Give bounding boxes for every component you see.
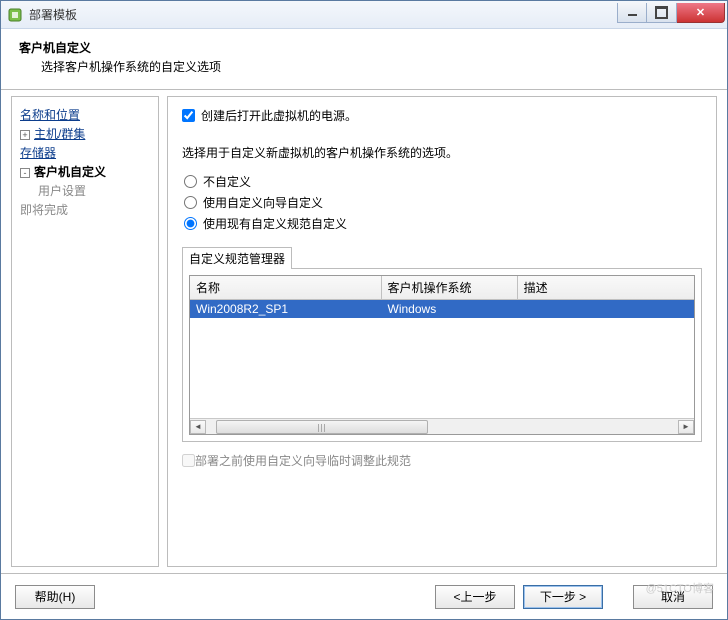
radio-no-customize[interactable]: 不自定义 [184, 173, 702, 190]
titlebar[interactable]: 部署模板 [1, 1, 727, 29]
step-user-settings: 用户设置 [20, 181, 150, 200]
page-title: 客户机自定义 [19, 39, 711, 56]
spec-section: 自定义规范管理器 名称 客户机操作系统 描述 Win2008R2_SP1 Win… [182, 246, 702, 442]
step-storage[interactable]: 存储器 [20, 143, 150, 162]
step-name-location[interactable]: 名称和位置 [20, 105, 150, 124]
power-on-checkbox[interactable] [182, 109, 195, 122]
cell-desc [518, 300, 694, 318]
radio-input-wizard[interactable] [184, 196, 197, 209]
spec-table: 名称 客户机操作系统 描述 Win2008R2_SP1 Windows [189, 275, 695, 435]
wizard-window: 部署模板 客户机自定义 选择客户机操作系统的自定义选项 名称和位置 + 主机/群集… [0, 0, 728, 620]
step-link[interactable]: 存储器 [20, 146, 56, 160]
scroll-thumb[interactable] [216, 420, 428, 434]
window-title: 部署模板 [29, 6, 617, 23]
spec-manager-box: 名称 客户机操作系统 描述 Win2008R2_SP1 Windows [182, 268, 702, 442]
wizard-steps-sidebar: 名称和位置 + 主机/群集 存储器 -客户机自定义 用户设置 即将完成 [11, 96, 159, 567]
cell-name: Win2008R2_SP1 [190, 300, 382, 318]
adjust-spec-checkbox [182, 454, 195, 467]
minimize-button[interactable] [617, 3, 647, 23]
close-button[interactable] [677, 3, 725, 23]
step-host-cluster[interactable]: + 主机/群集 [20, 124, 150, 143]
app-icon [7, 7, 23, 23]
radio-label: 使用自定义向导自定义 [203, 194, 323, 211]
radio-label: 不自定义 [203, 173, 251, 190]
cancel-button[interactable]: 取消 [633, 585, 713, 609]
step-guest-customization[interactable]: -客户机自定义 [20, 162, 150, 181]
table-row[interactable]: Win2008R2_SP1 Windows [190, 300, 694, 318]
radio-label: 使用现有自定义规范自定义 [203, 215, 347, 232]
page-subtitle: 选择客户机操作系统的自定义选项 [41, 58, 711, 75]
scroll-left-icon[interactable]: ◄ [190, 420, 206, 434]
window-controls [617, 3, 725, 23]
wizard-footer: 帮助(H) <上一步 下一步 > 取消 [1, 573, 727, 619]
step-current: 客户机自定义 [34, 165, 106, 179]
maximize-button[interactable] [647, 3, 677, 23]
step-link[interactable]: 名称和位置 [20, 108, 80, 122]
collapse-icon[interactable]: - [20, 168, 30, 178]
col-desc[interactable]: 描述 [518, 276, 694, 299]
power-on-checkbox-row[interactable]: 创建后打开此虚拟机的电源。 [182, 107, 702, 124]
next-button[interactable]: 下一步 > [523, 585, 603, 609]
customization-radio-group: 不自定义 使用自定义向导自定义 使用现有自定义规范自定义 [184, 169, 702, 236]
adjust-spec-label: 部署之前使用自定义向导临时调整此规范 [195, 452, 411, 469]
scroll-right-icon[interactable]: ► [678, 420, 694, 434]
radio-input-none[interactable] [184, 175, 197, 188]
step-ready-complete: 即将完成 [20, 200, 150, 219]
scroll-track[interactable] [206, 420, 678, 434]
expand-icon[interactable]: + [20, 130, 30, 140]
radio-existing-spec[interactable]: 使用现有自定义规范自定义 [184, 215, 702, 232]
help-button[interactable]: 帮助(H) [15, 585, 95, 609]
cell-os: Windows [382, 300, 518, 318]
horizontal-scrollbar[interactable]: ◄ ► [190, 418, 694, 434]
table-header: 名称 客户机操作系统 描述 [190, 276, 694, 300]
col-name[interactable]: 名称 [190, 276, 382, 299]
step-label: 用户设置 [38, 184, 86, 198]
table-body[interactable]: Win2008R2_SP1 Windows [190, 300, 694, 418]
wizard-body: 名称和位置 + 主机/群集 存储器 -客户机自定义 用户设置 即将完成 创建后打开… [1, 90, 727, 573]
power-on-label: 创建后打开此虚拟机的电源。 [201, 107, 357, 124]
col-os[interactable]: 客户机操作系统 [382, 276, 518, 299]
main-panel: 创建后打开此虚拟机的电源。 选择用于自定义新虚拟机的客户机操作系统的选项。 不自… [167, 96, 717, 567]
spec-manager-label: 自定义规范管理器 [182, 247, 292, 269]
customization-prompt: 选择用于自定义新虚拟机的客户机操作系统的选项。 [182, 144, 702, 161]
adjust-spec-checkbox-row: 部署之前使用自定义向导临时调整此规范 [182, 452, 702, 469]
radio-wizard-customize[interactable]: 使用自定义向导自定义 [184, 194, 702, 211]
step-label: 即将完成 [20, 203, 68, 217]
back-button[interactable]: <上一步 [435, 585, 515, 609]
step-link[interactable]: 主机/群集 [34, 127, 85, 141]
wizard-header: 客户机自定义 选择客户机操作系统的自定义选项 [1, 29, 727, 90]
radio-input-existing[interactable] [184, 217, 197, 230]
